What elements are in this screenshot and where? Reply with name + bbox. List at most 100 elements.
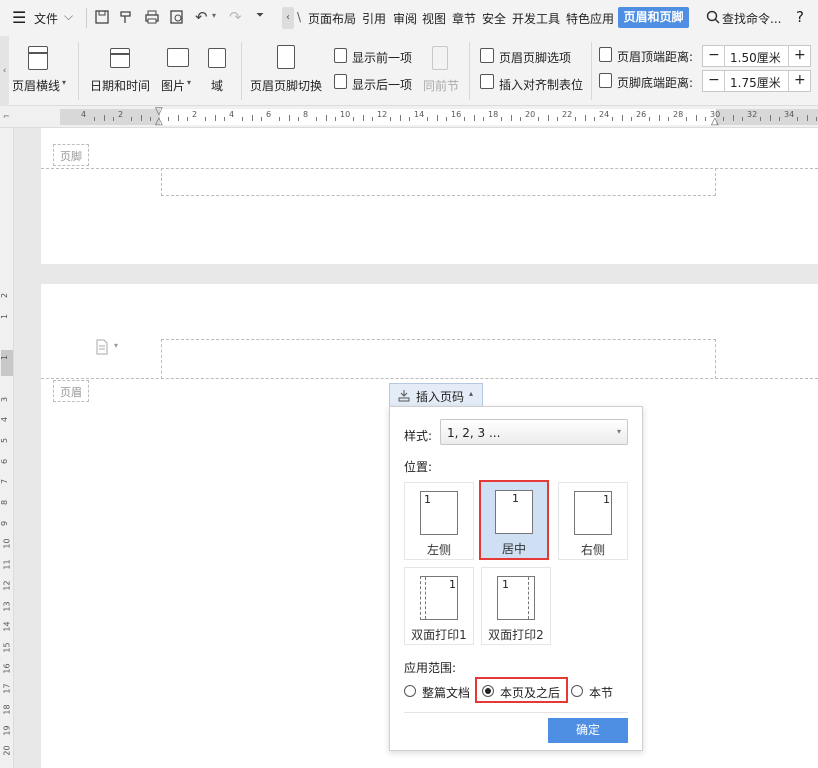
chevron-down-icon[interactable]: ▾ — [187, 78, 191, 87]
vertical-ruler[interactable]: 2 1 1 3 4 5 6 7 8 9 10 11 12 13 14 15 16 17 18 19 20 — [0, 128, 14, 768]
ruler-minor-tick — [593, 117, 595, 121]
gutter-line — [425, 577, 426, 619]
header-separator — [41, 378, 818, 379]
increment-icon[interactable]: + — [794, 72, 806, 88]
position-center[interactable]: 1 居中 — [479, 480, 549, 560]
right-indent-icon[interactable]: △ — [711, 116, 719, 127]
tab-references[interactable]: 引用 — [362, 10, 386, 27]
increment-icon[interactable]: + — [794, 47, 806, 63]
ruler-minor-tick — [436, 115, 438, 121]
footer-bottom-stepper[interactable]: − 1.75厘米 + — [702, 70, 811, 92]
ruler-minor-tick — [741, 117, 743, 121]
left-indent-icon[interactable]: △ — [155, 116, 163, 127]
undo-dropdown-icon[interactable]: ▾ — [212, 11, 216, 20]
ruler-minor-tick — [510, 115, 512, 121]
ruler-minor-tick — [760, 117, 762, 121]
vruler-tick-label: 15 — [2, 642, 12, 653]
ruler-minor-tick — [149, 117, 151, 121]
redo-icon[interactable]: ↷ — [229, 8, 242, 26]
header-line-bar — [28, 52, 48, 54]
horizontal-ruler[interactable]: ⌐ 4 2 2 4 6 8 10 12 14 16 18 20 22 24 26 28 30 32 34 ▽ △ △ — [0, 106, 818, 128]
insert-tab-stop-button[interactable]: 插入对齐制表位 — [499, 76, 583, 93]
tab-view[interactable]: 视图 — [422, 10, 446, 27]
scope-this-section-radio[interactable] — [571, 685, 583, 697]
scope-whole-document-radio[interactable] — [404, 685, 416, 697]
ruler-tick-label: 34 — [784, 110, 795, 119]
save-icon[interactable] — [94, 9, 110, 25]
position-right[interactable]: 1 右侧 — [558, 482, 628, 560]
tab-developer[interactable]: 开发工具 — [512, 10, 560, 27]
tab-header-footer[interactable]: 页眉和页脚 — [618, 7, 689, 28]
header-footer-options-button[interactable]: 页眉页脚选项 — [499, 49, 571, 66]
document-icon[interactable] — [95, 339, 109, 355]
stepper-divider — [788, 46, 789, 66]
scope-this-page-after-radio[interactable] — [482, 685, 494, 697]
footer-area[interactable] — [161, 168, 716, 196]
style-select[interactable]: 1, 2, 3 ... ▾ — [440, 419, 628, 445]
scroll-tabs-left-icon[interactable]: ‹ — [282, 7, 294, 29]
help-icon[interactable]: ? — [796, 8, 804, 26]
ruler-minor-tick — [815, 117, 817, 121]
undo-icon[interactable]: ↶ — [195, 8, 208, 26]
tab-page-layout[interactable]: 页面布局 — [308, 10, 356, 27]
ruler-tick-label: 10 — [340, 110, 351, 119]
vruler-tick-label: 1 — [0, 355, 10, 361]
chevron-down-icon[interactable]: ⌵ — [64, 9, 73, 24]
position-left[interactable]: 1 左侧 — [404, 482, 474, 560]
tab-review[interactable]: 审阅 — [393, 10, 417, 27]
insert-page-number-button[interactable]: 插入页码 ▴ — [389, 383, 483, 407]
show-previous-icon — [334, 48, 347, 63]
scope-whole-document-label[interactable]: 整篇文档 — [422, 684, 470, 701]
decrement-icon[interactable]: − — [708, 47, 720, 63]
chevron-up-icon: ▴ — [469, 389, 474, 398]
ruler-minor-tick — [649, 117, 651, 121]
ruler-minor-tick — [251, 115, 253, 121]
stepper-divider — [724, 71, 725, 91]
header-footer-switch-button[interactable]: 页眉页脚切换 — [250, 77, 322, 94]
picture-button[interactable]: 图片 — [161, 77, 185, 94]
vruler-tick-label: 1 — [0, 313, 10, 319]
tab-chapter[interactable]: 章节 — [452, 10, 476, 27]
format-painter-icon[interactable] — [118, 9, 134, 25]
vruler-tick-label: 20 — [2, 745, 12, 756]
hamburger-icon[interactable]: ☰ — [12, 8, 26, 27]
header-line-button[interactable]: 页眉横线 — [12, 77, 60, 94]
ruler-minor-tick — [408, 117, 410, 121]
page-preview: 1 — [420, 491, 458, 535]
page-number-preview: 1 — [502, 578, 509, 591]
footer-tag: 页脚 — [53, 144, 89, 166]
ruler-minor-tick — [482, 117, 484, 121]
vruler-tick-label: 18 — [2, 704, 12, 715]
field-button[interactable]: 域 — [211, 77, 223, 94]
chevron-down-icon[interactable]: ▾ — [62, 78, 66, 87]
calendar-icon — [110, 48, 130, 68]
show-previous-button[interactable]: 显示前一项 — [352, 49, 412, 66]
ok-button[interactable]: 确定 — [548, 718, 628, 743]
header-top-stepper[interactable]: − 1.50厘米 + — [702, 45, 811, 67]
divider — [404, 712, 628, 713]
search-command[interactable]: 查找命令... — [722, 10, 781, 27]
tab-selector-icon[interactable]: ⌐ — [3, 112, 10, 121]
position-duplex-1[interactable]: 1 双面打印1 — [404, 567, 474, 645]
stepper-divider — [788, 71, 789, 91]
scope-this-section-label[interactable]: 本节 — [589, 684, 613, 701]
same-as-previous-button[interactable]: 同前节 — [423, 77, 459, 94]
tab-special[interactable]: 特色应用 — [566, 10, 614, 27]
insert-page-number-label: 插入页码 — [416, 390, 465, 404]
tab-security[interactable]: 安全 — [482, 10, 506, 27]
customize-icon[interactable]: ⏷ — [256, 10, 264, 21]
print-preview-icon[interactable] — [169, 9, 185, 25]
print-icon[interactable] — [144, 9, 160, 25]
footer-bottom-value[interactable]: 1.75厘米 — [730, 74, 781, 91]
position-duplex-2[interactable]: 1 双面打印2 — [481, 567, 551, 645]
header-area[interactable] — [161, 339, 716, 379]
decrement-icon[interactable]: − — [708, 72, 720, 88]
ribbon-scroll-left-icon[interactable]: ‹ — [0, 36, 9, 106]
chevron-down-icon[interactable]: ▾ — [114, 341, 118, 350]
show-next-button[interactable]: 显示后一项 — [352, 76, 412, 93]
header-top-value[interactable]: 1.50厘米 — [730, 49, 781, 66]
search-icon[interactable] — [706, 10, 720, 24]
scope-this-page-after-label[interactable]: 本页及之后 — [500, 684, 560, 701]
file-menu[interactable]: 文件 — [34, 10, 58, 27]
date-time-button[interactable]: 日期和时间 — [90, 77, 150, 94]
